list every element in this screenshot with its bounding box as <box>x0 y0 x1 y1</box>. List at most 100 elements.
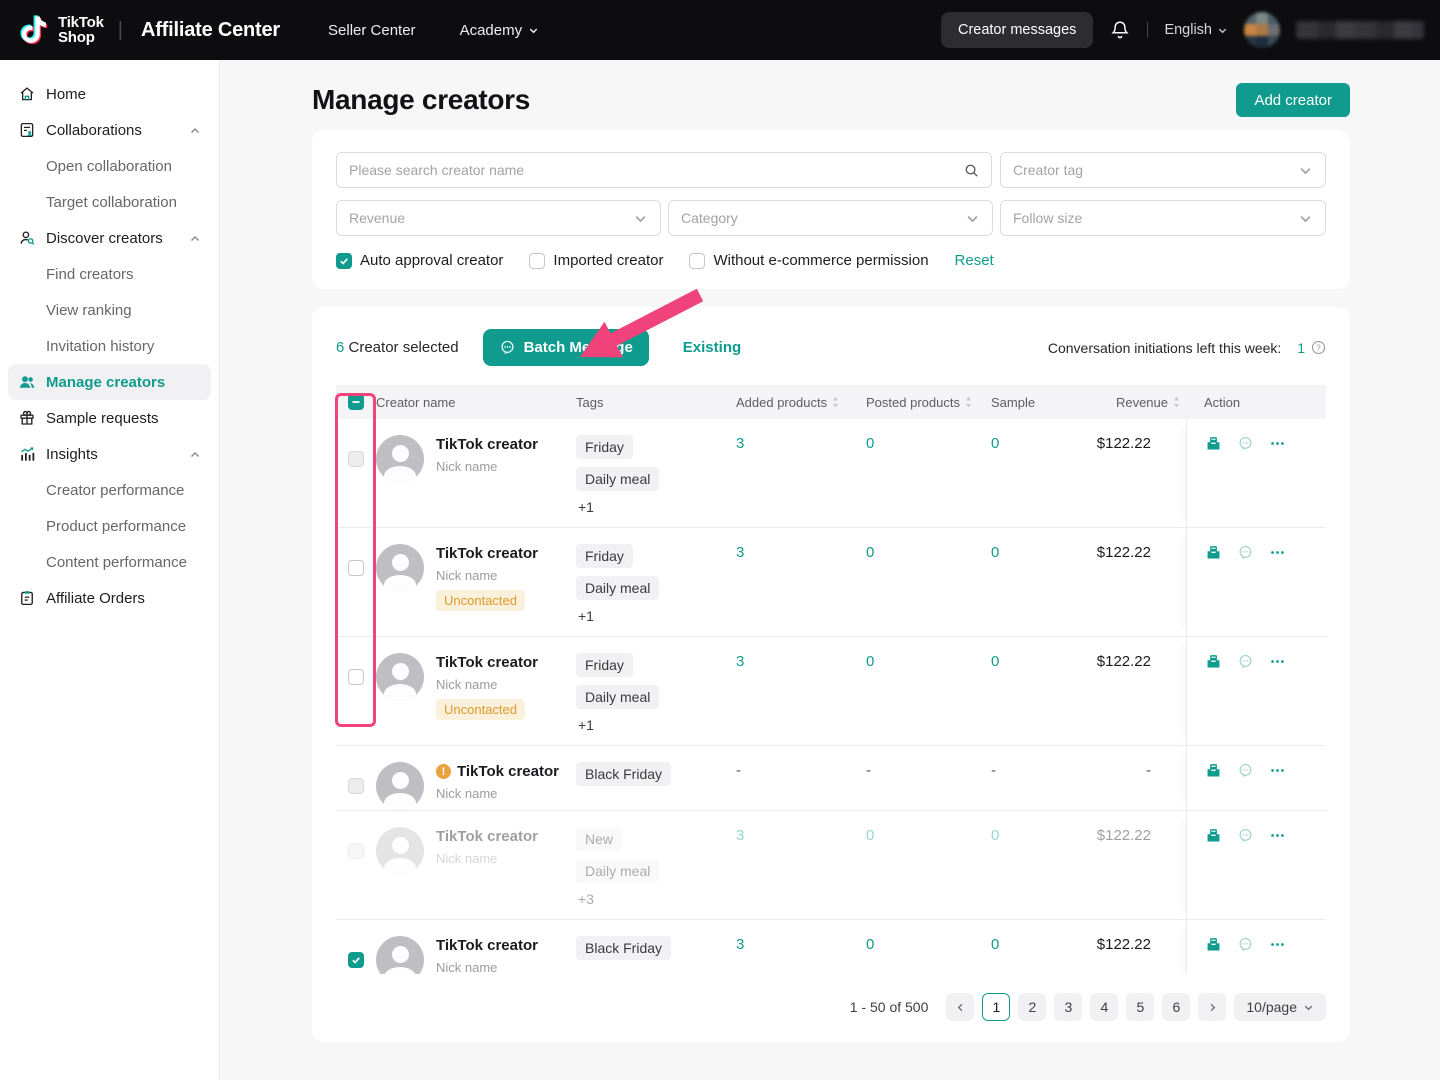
more-tags[interactable]: +1 <box>576 499 594 515</box>
search-icon[interactable] <box>964 163 979 178</box>
checkbox[interactable] <box>336 253 352 269</box>
help-icon[interactable]: ? <box>1311 340 1326 355</box>
row-checkbox[interactable] <box>348 778 364 794</box>
more-actions-icon[interactable] <box>1269 544 1286 561</box>
added-products-value: 3 <box>736 419 866 452</box>
creator-name[interactable]: TikTok creator <box>436 937 538 954</box>
page-button-1[interactable]: 1 <box>982 993 1010 1021</box>
creator-name[interactable]: !TikTok creator <box>436 763 559 780</box>
more-tags[interactable]: +1 <box>576 717 594 733</box>
discover-creators-icon <box>18 229 36 247</box>
more-actions-icon[interactable] <box>1269 827 1286 844</box>
chat-bubble-icon[interactable] <box>1237 435 1254 452</box>
add-creator-button[interactable]: Add creator <box>1236 83 1350 117</box>
chevron-up-icon[interactable] <box>189 448 201 460</box>
tiktok-shop-logo[interactable]: TikTok Shop <box>16 13 104 47</box>
category-select[interactable]: Category <box>668 200 993 236</box>
creator-name[interactable]: TikTok creator <box>436 545 538 562</box>
select-all-checkbox[interactable] <box>348 394 364 410</box>
chat-bubble-icon[interactable] <box>1237 544 1254 561</box>
follow-size-select[interactable]: Follow size <box>1000 200 1326 236</box>
chevron-up-icon[interactable] <box>189 124 201 136</box>
page-button-4[interactable]: 4 <box>1090 993 1118 1021</box>
home-icon <box>18 85 36 103</box>
sidebar-item-creator-performance[interactable]: Creator performance <box>8 472 211 508</box>
bell-icon[interactable] <box>1109 19 1131 41</box>
reset-filters-link[interactable]: Reset <box>955 252 994 269</box>
prev-page-button[interactable] <box>946 993 974 1021</box>
sidebar-item-invitation-history[interactable]: Invitation history <box>8 328 211 364</box>
invite-message-icon[interactable] <box>1205 827 1222 844</box>
chevron-up-icon[interactable] <box>189 232 201 244</box>
more-actions-icon[interactable] <box>1269 936 1286 953</box>
row-checkbox[interactable] <box>348 560 364 576</box>
filter-checkbox-without-e-commerce-permission[interactable]: Without e-commerce permission <box>689 252 928 269</box>
sort-icon[interactable] <box>1172 395 1181 409</box>
chat-bubble-icon[interactable] <box>1237 762 1254 779</box>
checkbox[interactable] <box>689 253 705 269</box>
invite-message-icon[interactable] <box>1205 653 1222 670</box>
page-button-5[interactable]: 5 <box>1126 993 1154 1021</box>
more-tags[interactable]: +1 <box>576 608 594 624</box>
chat-bubble-icon[interactable] <box>1237 653 1254 670</box>
sort-icon[interactable] <box>831 395 840 409</box>
sidebar-item-open-collaboration[interactable]: Open collaboration <box>8 148 211 184</box>
chat-bubble-icon[interactable] <box>1237 827 1254 844</box>
creator-tag-select[interactable]: Creator tag <box>1000 152 1326 188</box>
sidebar-item-content-performance[interactable]: Content performance <box>8 544 211 580</box>
checkbox[interactable] <box>529 253 545 269</box>
chat-bubble-icon[interactable] <box>1237 936 1254 953</box>
user-avatar[interactable] <box>1244 12 1280 48</box>
sidebar-item-target-collaboration[interactable]: Target collaboration <box>8 184 211 220</box>
manage-creators-icon <box>18 373 36 391</box>
sidebar-item-manage-creators[interactable]: Manage creators <box>8 364 211 400</box>
sort-icon[interactable] <box>964 395 973 409</box>
column-header-added[interactable]: Added products <box>736 395 866 410</box>
chevron-down-icon <box>965 211 980 226</box>
sidebar-item-view-ranking[interactable]: View ranking <box>8 292 211 328</box>
invite-message-icon[interactable] <box>1205 435 1222 452</box>
sidebar-item-sample-requests[interactable]: Sample requests <box>8 400 211 436</box>
more-tags[interactable]: +3 <box>576 891 594 907</box>
row-checkbox[interactable] <box>348 952 364 968</box>
filter-checkbox-imported-creator[interactable]: Imported creator <box>529 252 663 269</box>
invite-message-icon[interactable] <box>1205 762 1222 779</box>
existing-tab[interactable]: Existing <box>683 339 741 356</box>
revenue-select[interactable]: Revenue <box>336 200 661 236</box>
next-page-button[interactable] <box>1198 993 1226 1021</box>
sidebar-item-home[interactable]: Home <box>8 76 211 112</box>
more-actions-icon[interactable] <box>1269 653 1286 670</box>
search-input[interactable]: Please search creator name <box>336 152 992 188</box>
sidebar-item-affiliate-orders[interactable]: Affiliate Orders <box>8 580 211 616</box>
filter-checkbox-auto-approval-creator[interactable]: Auto approval creator <box>336 252 503 269</box>
column-header-revenue[interactable]: Revenue <box>1081 395 1186 410</box>
invite-message-icon[interactable] <box>1205 544 1222 561</box>
more-actions-icon[interactable] <box>1269 762 1286 779</box>
invite-message-icon[interactable] <box>1205 936 1222 953</box>
row-checkbox[interactable] <box>348 669 364 685</box>
sidebar-item-product-performance[interactable]: Product performance <box>8 508 211 544</box>
sidebar-item-collaborations[interactable]: Collaborations <box>8 112 211 148</box>
nav-academy[interactable]: Academy <box>460 22 540 39</box>
page-button-6[interactable]: 6 <box>1162 993 1190 1021</box>
batch-message-button[interactable]: Batch Message <box>483 329 649 366</box>
page-size-select[interactable]: 10/page <box>1234 993 1326 1021</box>
creator-name[interactable]: TikTok creator <box>436 654 538 671</box>
more-actions-icon[interactable] <box>1269 435 1286 452</box>
sidebar-item-insights[interactable]: Insights <box>8 436 211 472</box>
action-cell <box>1186 637 1326 745</box>
creator-name[interactable]: TikTok creator <box>436 828 538 845</box>
row-checkbox[interactable] <box>348 451 364 467</box>
sidebar-item-find-creators[interactable]: Find creators <box>8 256 211 292</box>
language-selector[interactable]: English <box>1164 22 1228 38</box>
creator-name[interactable]: TikTok creator <box>436 436 538 453</box>
nav-seller-center[interactable]: Seller Center <box>328 22 416 39</box>
creator-nick: Nick name <box>436 568 538 583</box>
column-header-posted[interactable]: Posted products <box>866 395 991 410</box>
page-button-3[interactable]: 3 <box>1054 993 1082 1021</box>
creator-messages-button[interactable]: Creator messages <box>941 12 1093 48</box>
sidebar-item-discover-creators[interactable]: Discover creators <box>8 220 211 256</box>
revenue-value: $122.22 <box>1081 528 1186 561</box>
row-checkbox[interactable] <box>348 843 364 859</box>
page-button-2[interactable]: 2 <box>1018 993 1046 1021</box>
